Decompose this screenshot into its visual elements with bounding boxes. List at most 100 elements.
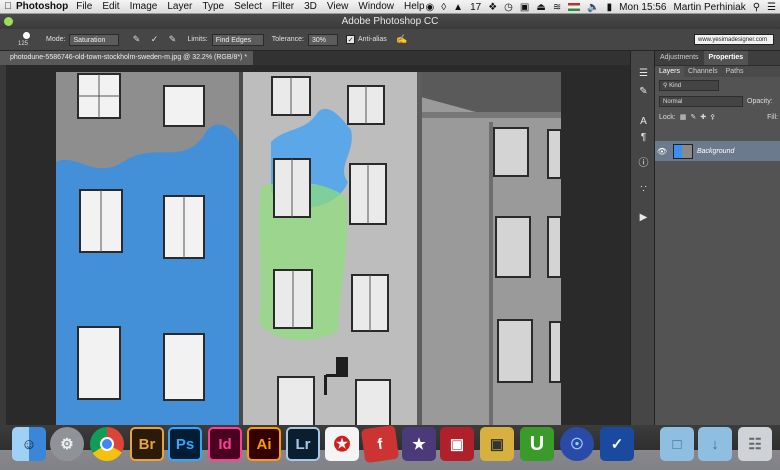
time-machine-icon[interactable]: ◷ <box>504 2 513 13</box>
tool-presets-icon[interactable]: ∵ <box>637 183 650 196</box>
vpn-icon[interactable]: ◊ <box>441 2 446 13</box>
menu-image[interactable]: Image <box>130 1 158 12</box>
limits-select[interactable]: Find Edges <box>211 33 264 46</box>
eject-icon[interactable]: ⏏ <box>536 2 545 13</box>
downloads-folder-icon[interactable]: ↓ <box>698 427 732 461</box>
folder-icon[interactable]: □ <box>660 427 694 461</box>
menu-edit[interactable]: Edit <box>102 1 119 12</box>
illustrator-icon[interactable]: Ai <box>247 427 281 461</box>
window-zoom-button[interactable] <box>4 17 13 26</box>
layer-row-background[interactable]: 👁 Background <box>655 141 780 161</box>
lock-row: Lock: ▦ ✎ ✚ ⚴ Fill: <box>655 109 780 125</box>
status-count[interactable]: 17 <box>470 2 481 13</box>
battery-icon[interactable]: ▮ <box>607 2 613 13</box>
document-tab-bar: photodune-5586746-old-town-stockholm-swe… <box>0 51 630 65</box>
photo-booth-icon[interactable]: ▣ <box>440 427 474 461</box>
mode-select[interactable]: Saturation <box>69 33 120 46</box>
tab-paths[interactable]: Paths <box>722 66 748 77</box>
notification-center-icon[interactable]: ☰ <box>767 2 776 13</box>
limits-label: Limits: <box>187 36 208 43</box>
menu-filter[interactable]: Filter <box>272 1 294 12</box>
tab-layers[interactable]: Layers <box>655 66 685 77</box>
panel-top-tabs: Adjustments Properties <box>655 51 780 65</box>
spotlight-icon[interactable]: ⚲ <box>753 2 760 13</box>
wifi-icon[interactable]: ≋ <box>553 2 561 13</box>
canvas-area[interactable] <box>6 65 630 425</box>
checkmark-app-icon[interactable]: ✓ <box>600 427 634 461</box>
character-icon[interactable]: A <box>637 115 650 128</box>
user-icon[interactable]: ◉ <box>425 2 434 13</box>
kind-label: Kind <box>669 82 682 89</box>
finder-icon[interactable]: ☺ <box>12 427 46 461</box>
flash-icon[interactable]: f <box>360 424 400 464</box>
lightroom-icon[interactable]: Lr <box>286 427 320 461</box>
apple-menu-icon[interactable]:  <box>0 1 16 12</box>
bluetooth-icon[interactable]: ❖ <box>488 2 497 13</box>
trash-icon[interactable]: ☷ <box>738 427 772 461</box>
menu-view[interactable]: View <box>327 1 349 12</box>
blend-mode-select[interactable]: Normal <box>659 95 743 107</box>
input-source-flag-icon[interactable] <box>568 3 581 11</box>
sampling-once-icon[interactable]: ✓ <box>147 33 161 47</box>
window-title: Adobe Photoshop CC <box>341 16 439 27</box>
menu-file[interactable]: File <box>76 1 92 12</box>
acrobat-icon[interactable]: ✪ <box>325 427 359 461</box>
network-icon[interactable]: ☉ <box>560 427 594 461</box>
chrome-icon[interactable] <box>90 427 124 461</box>
tolerance-input[interactable]: 30% <box>308 33 338 46</box>
menu-help[interactable]: Help <box>404 1 425 12</box>
filter-row: ⚲ Kind <box>655 77 780 93</box>
document-tab[interactable]: photodune-5586746-old-town-stockholm-swe… <box>0 51 254 65</box>
airplay-icon[interactable]: ▣ <box>520 2 529 13</box>
eye-visibility-icon[interactable]: 👁 <box>655 147 669 156</box>
layers-panel-group: Adjustments Properties Layers Channels P… <box>655 51 780 431</box>
brush-settings-icon[interactable]: ✎ <box>637 85 650 98</box>
menubar-clock[interactable]: Mon 15:56 <box>619 2 666 13</box>
tab-channels[interactable]: Channels <box>684 66 722 77</box>
brush-size: 125 <box>18 40 29 47</box>
antialias-label: Anti-alias <box>358 36 387 43</box>
menu-layer[interactable]: Layer <box>167 1 192 12</box>
tolerance-label: Tolerance: <box>271 36 304 43</box>
pressure-size-icon[interactable]: ✍ <box>395 33 409 47</box>
delivery-truck-icon[interactable]: ▣ <box>480 427 514 461</box>
brush-preset-picker[interactable]: 125 <box>16 30 38 50</box>
tab-adjustments[interactable]: Adjustments <box>655 51 704 65</box>
uploader-icon[interactable]: U <box>520 427 554 461</box>
mode-label: Mode: <box>46 36 66 43</box>
options-bar: 125 Mode: Saturation ✎ ✓ ✎ Limits: Find … <box>0 29 780 51</box>
lock-all-icon[interactable]: ⚴ <box>710 113 715 121</box>
document-canvas-image[interactable] <box>56 72 561 425</box>
lock-transparency-icon[interactable]: ▦ <box>680 113 687 121</box>
adobe-cc-icon[interactable]: ▲ <box>453 2 463 13</box>
menu-3d[interactable]: 3D <box>304 1 317 12</box>
imovie-icon[interactable]: ★ <box>402 427 436 461</box>
menu-select[interactable]: Select <box>234 1 262 12</box>
volume-icon[interactable]: 🔈 <box>587 2 599 13</box>
lock-position-icon[interactable]: ✚ <box>700 113 706 121</box>
lock-label: Lock: <box>659 113 676 121</box>
fill-label: Fill: <box>767 113 778 121</box>
system-preferences-icon[interactable]: ⚙ <box>50 427 84 461</box>
info-icon[interactable]: ⓘ <box>637 157 650 170</box>
sampling-background-icon[interactable]: ✎ <box>165 33 179 47</box>
sampling-continuous-icon[interactable]: ✎ <box>129 33 143 47</box>
app-menu[interactable]: Photoshop <box>16 1 68 12</box>
paragraph-icon[interactable]: ¶ <box>637 131 650 144</box>
layer-name: Background <box>697 147 735 155</box>
kind-filter-select[interactable]: ⚲ Kind <box>659 79 719 91</box>
lock-pixels-icon[interactable]: ✎ <box>690 113 696 121</box>
menu-type[interactable]: Type <box>202 1 224 12</box>
bridge-icon[interactable]: Br <box>130 427 164 461</box>
menubar-user-name[interactable]: Martin Perhiniak <box>673 2 745 13</box>
window-titlebar: Adobe Photoshop CC <box>0 14 780 29</box>
tab-properties[interactable]: Properties <box>703 51 749 65</box>
menu-window[interactable]: Window <box>358 1 394 12</box>
actions-play-icon[interactable]: ▶ <box>637 211 650 224</box>
antialias-checkbox[interactable]: ✓ <box>346 35 355 44</box>
history-icon[interactable]: ☰ <box>637 67 650 80</box>
photoshop-icon[interactable]: Ps <box>168 427 202 461</box>
panel-layer-tabs: Layers Channels Paths <box>655 65 780 77</box>
indesign-icon[interactable]: Id <box>208 427 242 461</box>
opacity-label: Opacity: <box>747 97 773 105</box>
